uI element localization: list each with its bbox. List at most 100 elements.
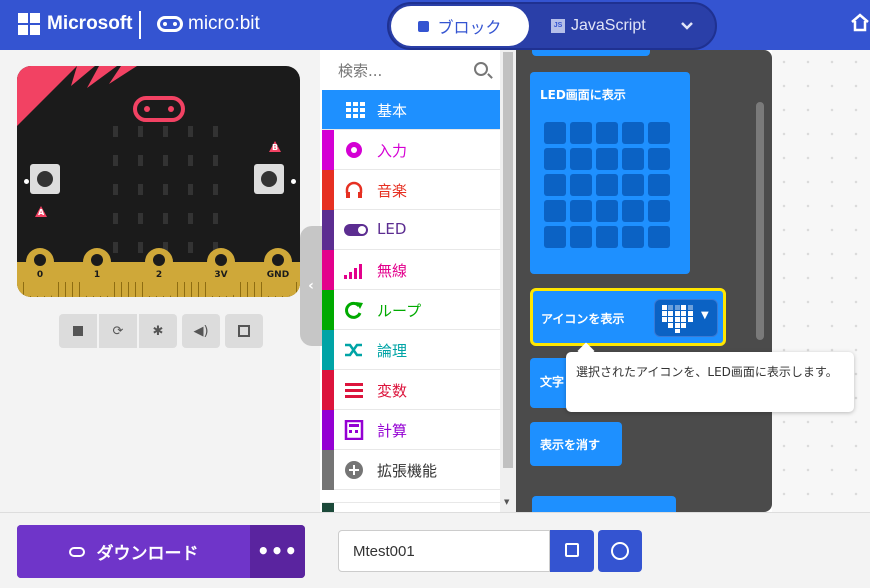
block-show-icon[interactable]: アイコンを表示 ▼ bbox=[530, 288, 726, 346]
chevron-left-icon: ‹ bbox=[308, 278, 314, 294]
block-show-leds[interactable]: LED画面に表示 bbox=[530, 72, 690, 274]
tab-blocks[interactable]: ブロック bbox=[391, 6, 529, 46]
category-extensions[interactable]: 拡張機能 bbox=[322, 450, 500, 490]
block-partial-bottom[interactable] bbox=[532, 496, 676, 512]
tab-blocks-label: ブロック bbox=[437, 18, 502, 37]
bottom-bar: ダウンロード ••• bbox=[0, 512, 870, 588]
category-label: 音楽 bbox=[377, 182, 408, 200]
category-loops[interactable]: ループ bbox=[322, 290, 500, 330]
category-math[interactable]: 計算 bbox=[322, 410, 500, 450]
led-matrix bbox=[113, 126, 220, 253]
restart-button[interactable]: ⟳ bbox=[99, 314, 137, 348]
stop-button[interactable] bbox=[59, 314, 97, 348]
home-icon[interactable] bbox=[850, 12, 870, 36]
editor-switcher: ブロック JS JavaScript bbox=[387, 2, 717, 50]
edge-connector: 0 1 2 3V GND bbox=[17, 248, 300, 297]
block-clear-screen-label: 表示を消す bbox=[540, 438, 601, 452]
chevron-down-icon[interactable] bbox=[674, 14, 700, 40]
top-bar: Microsoft micro:bit ブロック JS JavaScript bbox=[0, 0, 870, 50]
category-music[interactable]: 音楽 bbox=[322, 170, 500, 210]
pin-label: 2 bbox=[155, 270, 163, 280]
fullscreen-icon bbox=[238, 325, 250, 337]
blocks-flyout: LED画面に表示 アイコンを表示 ▼ 文字 表示を消す bbox=[516, 50, 772, 512]
button-a[interactable] bbox=[30, 164, 60, 194]
github-icon bbox=[611, 542, 629, 560]
pin-label: 0 bbox=[36, 270, 44, 280]
project-name-input[interactable] bbox=[338, 530, 550, 572]
block-clear-screen[interactable]: 表示を消す bbox=[530, 422, 622, 466]
save-icon bbox=[565, 543, 579, 557]
toolbox-search-input[interactable]: 検索... bbox=[322, 50, 500, 90]
block-tooltip: 選択されたアイコンを、LED画面に表示します。 bbox=[566, 352, 854, 412]
category-color-bar bbox=[322, 170, 334, 210]
plus-circle-icon bbox=[344, 460, 364, 480]
toolbox: 検索... 基本 入力 音楽 LED 無線 ループ 論理 変数 計算 拡張機能 bbox=[322, 50, 500, 513]
microsoft-logo[interactable]: Microsoft bbox=[18, 13, 133, 35]
led-editor-grid[interactable] bbox=[544, 122, 670, 248]
category-label: LED bbox=[377, 220, 407, 238]
category-led[interactable]: LED bbox=[322, 210, 500, 250]
category-input[interactable]: 入力 bbox=[322, 130, 500, 170]
block-show-icon-label: アイコンを表示 bbox=[541, 312, 625, 326]
code-workspace[interactable] bbox=[772, 50, 870, 512]
mute-icon: ◀) bbox=[193, 323, 209, 339]
save-button[interactable] bbox=[550, 530, 594, 572]
category-color-bar bbox=[322, 250, 334, 290]
signal-icon bbox=[344, 260, 364, 280]
scroll-down-icon[interactable]: ▼ bbox=[504, 498, 509, 506]
toolbox-scroll-thumb[interactable] bbox=[503, 52, 513, 468]
more-options-button[interactable]: ••• bbox=[250, 525, 305, 578]
tab-javascript[interactable]: JS JavaScript bbox=[551, 6, 646, 46]
fullscreen-button[interactable] bbox=[225, 314, 263, 348]
block-partial-top[interactable] bbox=[532, 50, 650, 56]
toggle-icon bbox=[344, 220, 368, 240]
category-label: 変数 bbox=[377, 382, 408, 400]
category-label: 論理 bbox=[377, 342, 408, 360]
simulator-toolbar: ⟳ ✱ ◀) bbox=[59, 314, 263, 348]
microbit-icon bbox=[157, 16, 183, 32]
search-icon bbox=[474, 62, 488, 76]
headphones-icon bbox=[344, 180, 364, 200]
block-show-string-label: 文字 bbox=[540, 375, 565, 389]
category-color-bar bbox=[322, 210, 334, 250]
category-variables[interactable]: 変数 bbox=[322, 370, 500, 410]
category-label: 入力 bbox=[377, 142, 408, 160]
category-logic[interactable]: 論理 bbox=[322, 330, 500, 370]
board-edge-dot-right bbox=[291, 179, 296, 184]
github-button[interactable] bbox=[598, 530, 642, 572]
category-label: ループ bbox=[377, 302, 422, 320]
chevron-down-icon: ▼ bbox=[701, 310, 709, 321]
button-b[interactable] bbox=[254, 164, 284, 194]
category-color-bar bbox=[322, 330, 334, 370]
button-a-label: A bbox=[38, 208, 45, 217]
category-label: 拡張機能 bbox=[377, 462, 438, 480]
download-button[interactable]: ダウンロード bbox=[17, 525, 250, 578]
simulator-panel: A B 0 1 2 3V GND ⟳ ✱ ◀) bbox=[0, 50, 320, 512]
category-radio[interactable]: 無線 bbox=[322, 250, 500, 290]
flyout-scrollbar[interactable] bbox=[756, 102, 764, 340]
microbit-board[interactable]: A B 0 1 2 3V GND bbox=[17, 66, 300, 297]
usb-icon bbox=[68, 546, 85, 557]
pin-label: 3V bbox=[214, 270, 228, 280]
category-basic[interactable]: 基本 bbox=[322, 90, 500, 130]
tab-javascript-label: JavaScript bbox=[571, 17, 646, 34]
microbit-logo[interactable]: micro:bit bbox=[157, 13, 260, 35]
icon-dropdown[interactable]: ▼ bbox=[654, 299, 718, 337]
debug-button[interactable]: ✱ bbox=[139, 314, 177, 348]
microsoft-brand-text: Microsoft bbox=[47, 13, 133, 34]
category-label: 無線 bbox=[377, 262, 408, 280]
restart-icon: ⟳ bbox=[112, 323, 124, 339]
stop-icon bbox=[73, 326, 83, 336]
tooltip-text: 選択されたアイコンを、LED画面に表示します。 bbox=[576, 365, 838, 379]
block-show-leds-label: LED画面に表示 bbox=[540, 88, 626, 102]
puzzle-icon bbox=[418, 20, 430, 32]
category-label: 基本 bbox=[377, 102, 408, 120]
collapse-simulator-button[interactable]: ‹ bbox=[300, 226, 322, 346]
circle-icon bbox=[344, 140, 364, 160]
category-color-bar bbox=[322, 450, 334, 490]
mute-button[interactable]: ◀) bbox=[182, 314, 220, 348]
calculator-icon bbox=[344, 419, 364, 441]
toolbox-scrollbar[interactable]: ▼ bbox=[500, 50, 516, 512]
grid-icon bbox=[344, 100, 365, 120]
board-edge-dot-left bbox=[24, 179, 29, 184]
